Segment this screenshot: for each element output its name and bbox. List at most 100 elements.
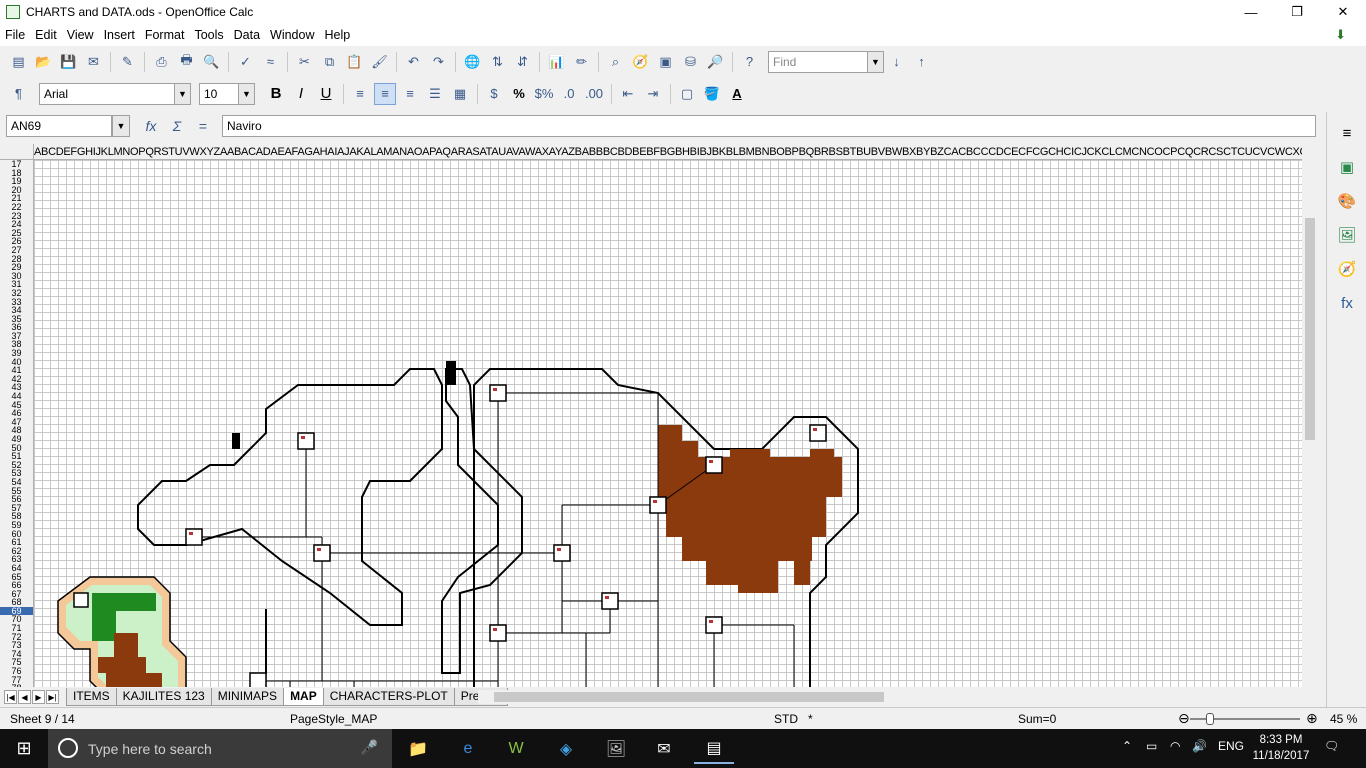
- cut-icon[interactable]: ✂: [294, 51, 316, 73]
- menu-edit[interactable]: Edit: [30, 28, 62, 42]
- zoom-in-icon[interactable]: ⊕: [1306, 710, 1318, 727]
- select-all-corner[interactable]: [0, 144, 34, 160]
- vertical-scrollbar[interactable]: [1302, 144, 1318, 687]
- menu-insert[interactable]: Insert: [99, 28, 140, 42]
- taskbar-search[interactable]: Type here to search 🎤: [48, 729, 392, 768]
- photos-app-icon[interactable]: 🖼: [596, 733, 636, 764]
- copy-icon[interactable]: ⧉: [319, 51, 341, 73]
- help-icon[interactable]: ?: [739, 51, 761, 73]
- add-decimal-icon[interactable]: .0: [558, 83, 580, 105]
- sort-ascending-icon[interactable]: ⇅: [487, 51, 509, 73]
- tab-kajilites[interactable]: KAJILITES 123: [115, 688, 212, 706]
- print-icon[interactable]: 🖶: [176, 51, 198, 73]
- row-headers[interactable]: 17 18 19 20 21 22 23 24 25 26 27 28 29 30 31 32 33 34 35 36…: [0, 160, 34, 687]
- borders-icon[interactable]: ▢: [676, 83, 698, 105]
- wifi-icon[interactable]: ◠: [1170, 739, 1180, 753]
- merge-cells-icon[interactable]: ▦: [449, 83, 471, 105]
- file-explorer-icon[interactable]: 📁: [398, 733, 438, 764]
- notifications-icon[interactable]: 🗨: [1324, 739, 1339, 753]
- standard-format-icon[interactable]: $%: [533, 83, 555, 105]
- align-center-icon[interactable]: ≡: [374, 82, 396, 105]
- clone-formatting-icon[interactable]: 🖌: [369, 51, 391, 73]
- function-wizard-icon[interactable]: fx: [140, 116, 162, 136]
- percent-format-button[interactable]: %: [508, 83, 530, 105]
- menu-help[interactable]: Help: [320, 28, 356, 42]
- tray-chevron-icon[interactable]: ⌃: [1122, 739, 1132, 753]
- menu-window[interactable]: Window: [265, 28, 319, 42]
- zoom-out-icon[interactable]: ⊖: [1178, 710, 1190, 727]
- styles-icon[interactable]: 🎨: [1334, 188, 1360, 214]
- bold-button[interactable]: B: [265, 83, 287, 105]
- name-box-dropdown-icon[interactable]: ▼: [112, 115, 130, 137]
- hyperlink-icon[interactable]: 🌐: [462, 51, 484, 73]
- horizontal-scrollbar[interactable]: [478, 690, 1298, 704]
- paste-icon[interactable]: 📋: [344, 51, 366, 73]
- font-name-dropdown-icon[interactable]: ▼: [175, 82, 191, 105]
- new-document-icon[interactable]: ▤: [8, 51, 30, 73]
- volume-icon[interactable]: 🔊: [1192, 739, 1207, 753]
- align-left-icon[interactable]: ≡: [349, 83, 371, 105]
- background-color-icon[interactable]: 🪣: [701, 83, 723, 105]
- mail-app-icon[interactable]: ✉: [644, 733, 684, 764]
- find-next-icon[interactable]: ↓: [886, 51, 908, 73]
- language-indicator[interactable]: ENG: [1218, 739, 1244, 753]
- minimize-button[interactable]: —: [1228, 0, 1274, 24]
- cell-grid[interactable]: [34, 160, 1302, 687]
- draw-functions-icon[interactable]: ✏: [571, 51, 593, 73]
- save-icon[interactable]: 💾: [58, 51, 80, 73]
- menu-data[interactable]: Data: [229, 28, 265, 42]
- find-dropdown-icon[interactable]: ▼: [868, 50, 884, 73]
- function-equals-icon[interactable]: =: [192, 116, 214, 136]
- properties-icon[interactable]: ▣: [1334, 154, 1360, 180]
- chart-icon[interactable]: 📊: [546, 51, 568, 73]
- gallery-icon[interactable]: ▣: [655, 51, 677, 73]
- name-box[interactable]: AN69: [6, 115, 112, 137]
- italic-button[interactable]: I: [290, 83, 312, 105]
- decrease-indent-icon[interactable]: ⇤: [617, 83, 639, 105]
- sidebar-menu-icon[interactable]: ≡: [1334, 120, 1360, 146]
- menu-file[interactable]: File: [0, 28, 30, 42]
- menu-format[interactable]: Format: [140, 28, 190, 42]
- page-preview-icon[interactable]: 🔍: [201, 51, 223, 73]
- open-folder-icon[interactable]: 📂: [33, 51, 55, 73]
- next-sheet-icon[interactable]: ▶: [32, 690, 45, 704]
- underline-button[interactable]: U: [315, 83, 337, 105]
- clock[interactable]: 8:33 PM 11/18/2017: [1248, 732, 1314, 764]
- navigator-icon[interactable]: 🧭: [630, 51, 652, 73]
- close-button[interactable]: ✕: [1320, 0, 1366, 24]
- tab-characters-plot[interactable]: CHARACTERS-PLOT: [322, 688, 455, 706]
- tab-items[interactable]: ITEMS: [66, 688, 117, 706]
- undo-icon[interactable]: ↶: [403, 51, 425, 73]
- styles-formatting-icon[interactable]: ¶: [8, 83, 30, 105]
- tab-map[interactable]: MAP: [283, 688, 324, 706]
- font-color-icon[interactable]: A: [726, 83, 748, 105]
- gallery-icon[interactable]: 🖼: [1334, 222, 1360, 248]
- update-download-icon[interactable]: ⬇: [1335, 27, 1346, 43]
- find-input[interactable]: Find: [768, 50, 868, 73]
- tab-minimaps[interactable]: MINIMAPS: [210, 688, 285, 706]
- redo-icon[interactable]: ↷: [428, 51, 450, 73]
- find-replace-icon[interactable]: ⌕: [605, 51, 627, 73]
- currency-format-icon[interactable]: $: [483, 83, 505, 105]
- column-headers[interactable]: ABCDEFGHIJKLMNOPQRSTUVWXYZAABACADAEAFAGA…: [34, 144, 1302, 160]
- first-sheet-icon[interactable]: |◀: [4, 690, 17, 704]
- menu-tools[interactable]: Tools: [189, 28, 228, 42]
- menu-view[interactable]: View: [62, 28, 99, 42]
- find-previous-icon[interactable]: ↑: [911, 51, 933, 73]
- justify-icon[interactable]: ☰: [424, 83, 446, 105]
- autospellcheck-icon[interactable]: ≈: [260, 51, 282, 73]
- functions-icon[interactable]: fx: [1334, 290, 1360, 316]
- export-pdf-icon[interactable]: ⎙: [151, 51, 173, 73]
- battery-icon[interactable]: ▭: [1146, 739, 1157, 753]
- edge-browser-icon[interactable]: e: [448, 733, 488, 764]
- blue-app-icon[interactable]: ◈: [546, 733, 586, 764]
- openoffice-calc-taskbar-icon[interactable]: ▤: [694, 733, 734, 764]
- spellcheck-icon[interactable]: ✓: [235, 51, 257, 73]
- green-app-icon[interactable]: W: [496, 733, 536, 764]
- zoom-level[interactable]: 45 %: [1330, 712, 1357, 726]
- maximize-button[interactable]: ❐: [1274, 0, 1320, 24]
- page-style[interactable]: PageStyle_MAP: [290, 712, 377, 726]
- zoom-slider-knob[interactable]: [1206, 713, 1214, 725]
- font-size-dropdown-icon[interactable]: ▼: [239, 82, 255, 105]
- delete-decimal-icon[interactable]: .00: [583, 83, 605, 105]
